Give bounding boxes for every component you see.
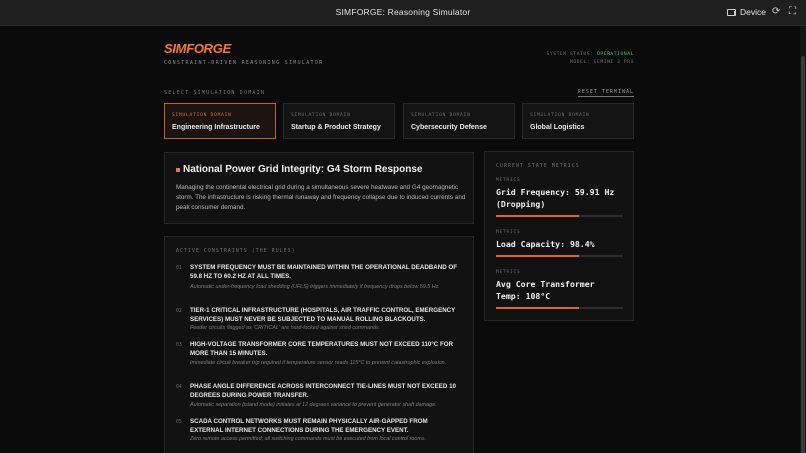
card-name: Startup & Product Strategy bbox=[291, 124, 381, 131]
constraint-detail: Feeder circuits flagged as 'CRITICAL' ar… bbox=[190, 325, 381, 331]
reset-terminal-button[interactable]: RESET TERMINAL bbox=[577, 89, 634, 97]
constraints-label: ACTIVE CONSTRAINTS (THE RULES) bbox=[176, 249, 296, 254]
metric-kicker: METRICS bbox=[496, 178, 521, 183]
domain-card-cybersecurity[interactable]: SIMULATION DOMAIN Cybersecurity Defense bbox=[403, 103, 515, 139]
model-label: MODEL: GEMINI 3 PRO bbox=[570, 59, 634, 65]
device-button[interactable]: Device bbox=[727, 7, 766, 17]
domain-card-logistics[interactable]: SIMULATION DOMAIN Global Logistics bbox=[522, 103, 634, 139]
fullscreen-icon[interactable]: ⛶ bbox=[789, 6, 796, 17]
device-icon bbox=[727, 8, 736, 16]
constraint-detail: Immediate circuit breaker trip required … bbox=[190, 360, 447, 366]
metric-kicker: METRICS bbox=[496, 270, 521, 275]
constraint-number: 04 bbox=[176, 385, 182, 390]
card-kicker: SIMULATION DOMAIN bbox=[291, 113, 351, 118]
app-subtitle: CONSTRAINT-DRIVEN REASONING SIMULATOR bbox=[164, 60, 324, 66]
metric-transformer-temp: METRICS Avg Core Transformer Temp: 108°C bbox=[496, 270, 623, 309]
refresh-icon[interactable]: ⟳ bbox=[772, 6, 780, 17]
device-label: Device bbox=[740, 7, 766, 17]
card-name: Cybersecurity Defense bbox=[411, 124, 487, 131]
card-kicker: SIMULATION DOMAIN bbox=[411, 113, 471, 118]
constraint-title: PHASE ANGLE DIFFERENCE ACROSS INTERCONNE… bbox=[190, 383, 456, 399]
window-titlebar: SIMFORGE: Reasoning Simulator Device ⟳ ⛶ bbox=[0, 0, 806, 26]
card-name: Global Logistics bbox=[530, 124, 585, 131]
constraint-number: 03 bbox=[176, 343, 182, 348]
domain-card-engineering[interactable]: SIMULATION DOMAIN Engineering Infrastruc… bbox=[164, 103, 276, 139]
constraint-detail: Automatic under-frequency load shedding … bbox=[190, 284, 440, 290]
app-logo: SIMFORGE bbox=[164, 41, 231, 56]
metric-grid-frequency: METRICS Grid Frequency: 59.91 Hz (Droppi… bbox=[496, 178, 623, 217]
window-title: SIMFORGE: Reasoning Simulator bbox=[335, 7, 471, 17]
metric-load-capacity: METRICS Load Capacity: 98.4% bbox=[496, 230, 623, 257]
metric-bar bbox=[496, 215, 623, 217]
constraint-detail: Zero remote access permitted; all switch… bbox=[190, 436, 427, 442]
metric-bar bbox=[496, 255, 623, 257]
card-kicker: SIMULATION DOMAIN bbox=[530, 113, 590, 118]
scenario-panel: National Power Grid Integrity: G4 Storm … bbox=[164, 152, 474, 224]
metric-bar bbox=[496, 307, 623, 309]
scenario-title: National Power Grid Integrity: G4 Storm … bbox=[183, 164, 423, 175]
constraint-title: SYSTEM FREQUENCY MUST BE MAINTAINED WITH… bbox=[190, 264, 457, 280]
scrollbar[interactable] bbox=[800, 26, 806, 453]
metric-bar-fill bbox=[496, 215, 579, 217]
constraints-panel: ACTIVE CONSTRAINTS (THE RULES) 01 SYSTEM… bbox=[164, 236, 474, 453]
metric-value: Grid Frequency: 59.91 Hz (Dropping) bbox=[496, 187, 615, 209]
constraint-title: TIER-1 CRITICAL INFRASTRUCTURE (HOSPITAL… bbox=[190, 307, 456, 323]
constraint-number: 01 bbox=[176, 266, 182, 271]
constraint-title: HIGH-VOLTAGE TRANSFORMER CORE TEMPERATUR… bbox=[190, 341, 454, 357]
constraint-number: 02 bbox=[176, 309, 182, 314]
card-kicker: SIMULATION DOMAIN bbox=[172, 113, 232, 118]
scenario-description: Managing the continental electrical grid… bbox=[176, 184, 466, 211]
scenario-bullet-icon bbox=[176, 168, 180, 172]
metric-value: Load Capacity: 98.4% bbox=[496, 239, 595, 249]
scrollbar-thumb[interactable] bbox=[801, 56, 805, 453]
constraint-number: 05 bbox=[176, 420, 182, 425]
metric-bar-fill bbox=[496, 255, 579, 257]
status-label: SYSTEM STATUS: bbox=[546, 52, 594, 57]
metric-bar-fill bbox=[496, 307, 579, 309]
constraint-detail: Automatic separation (island mode) initi… bbox=[190, 402, 437, 408]
system-status: SYSTEM STATUS: OPERATIONAL MODEL: GEMINI… bbox=[546, 51, 634, 66]
metrics-label: CURRENT STATE METRICS bbox=[496, 164, 580, 169]
metric-value: Avg Core Transformer Temp: 108°C bbox=[496, 279, 595, 301]
domain-card-startup[interactable]: SIMULATION DOMAIN Startup & Product Stra… bbox=[283, 103, 395, 139]
status-badge: OPERATIONAL bbox=[596, 52, 634, 57]
card-name: Engineering Infrastructure bbox=[172, 124, 260, 131]
domain-section-label: SELECT SIMULATION DOMAIN bbox=[164, 90, 266, 96]
metrics-panel: CURRENT STATE METRICS METRICS Grid Frequ… bbox=[484, 151, 634, 321]
metric-kicker: METRICS bbox=[496, 230, 521, 235]
constraint-title: SCADA CONTROL NETWORKS MUST REMAIN PHYSI… bbox=[190, 418, 428, 434]
